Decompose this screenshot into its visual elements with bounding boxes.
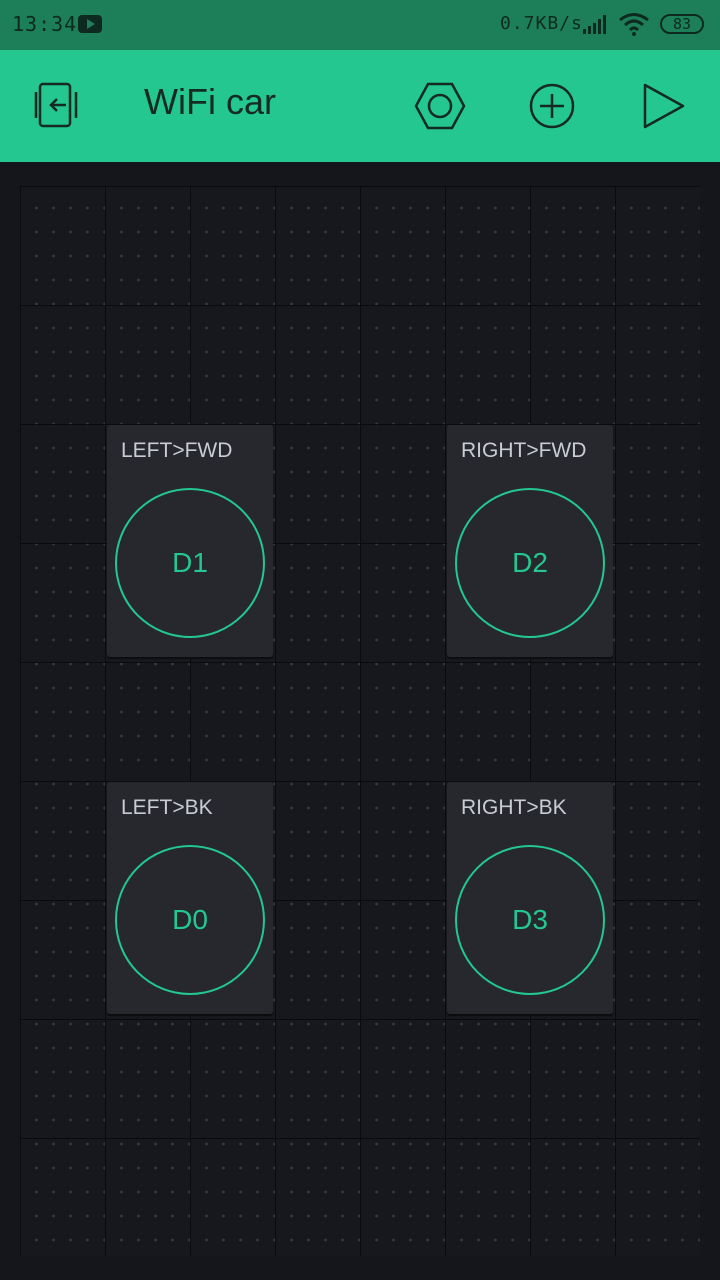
button-d3[interactable]: D3: [455, 845, 605, 995]
add-icon[interactable]: [528, 82, 576, 130]
widget-label: LEFT>BK: [121, 796, 213, 819]
page-title: WiFi car: [144, 81, 276, 122]
widget-label: RIGHT>BK: [461, 796, 567, 819]
widget-right-fwd[interactable]: RIGHT>FWD D2: [447, 425, 613, 657]
widget-label: LEFT>FWD: [121, 439, 233, 462]
status-time: 13:34: [12, 12, 78, 36]
widget-canvas[interactable]: [20, 186, 700, 1256]
button-d0[interactable]: D0: [115, 845, 265, 995]
battery-icon: 83: [660, 14, 704, 34]
widget-left-fwd[interactable]: LEFT>FWD D1: [107, 425, 273, 657]
signal-icon: [583, 15, 606, 34]
network-speed: 0.7KB/s: [500, 13, 583, 34]
wifi-icon: [619, 13, 649, 36]
widget-right-bk[interactable]: RIGHT>BK D3: [447, 782, 613, 1014]
button-d1[interactable]: D1: [115, 488, 265, 638]
app-toolbar: WiFi car: [0, 50, 720, 162]
play-icon[interactable]: [640, 82, 686, 130]
widget-left-bk[interactable]: LEFT>BK D0: [107, 782, 273, 1014]
status-bar: 13:34 0.7KB/s 83: [0, 0, 720, 50]
youtube-icon: [78, 15, 102, 33]
button-d2[interactable]: D2: [455, 488, 605, 638]
settings-icon[interactable]: [414, 80, 466, 132]
widget-label: RIGHT>FWD: [461, 439, 587, 462]
exit-icon[interactable]: [32, 82, 80, 128]
